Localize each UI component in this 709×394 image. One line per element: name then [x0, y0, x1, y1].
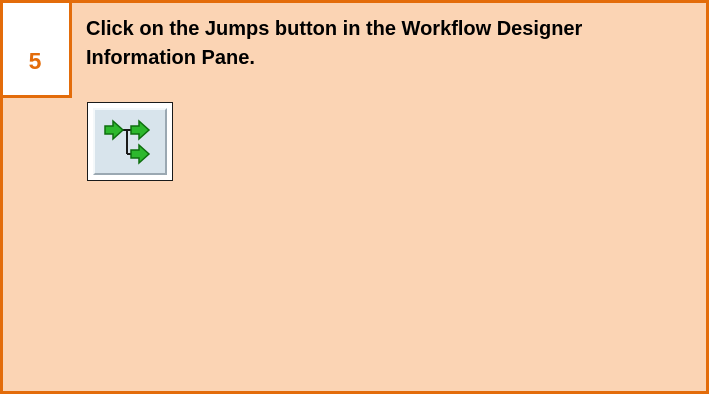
step-number: 5	[28, 48, 42, 74]
instruction-card: 5 Click on the Jumps button in the Workf…	[0, 0, 709, 394]
jumps-button[interactable]	[87, 102, 173, 181]
step-number-box: 5	[3, 3, 72, 98]
jumps-button-face[interactable]	[93, 108, 167, 175]
instruction-text: Click on the Jumps button in the Workflo…	[86, 18, 583, 69]
jumps-icon	[104, 119, 151, 165]
